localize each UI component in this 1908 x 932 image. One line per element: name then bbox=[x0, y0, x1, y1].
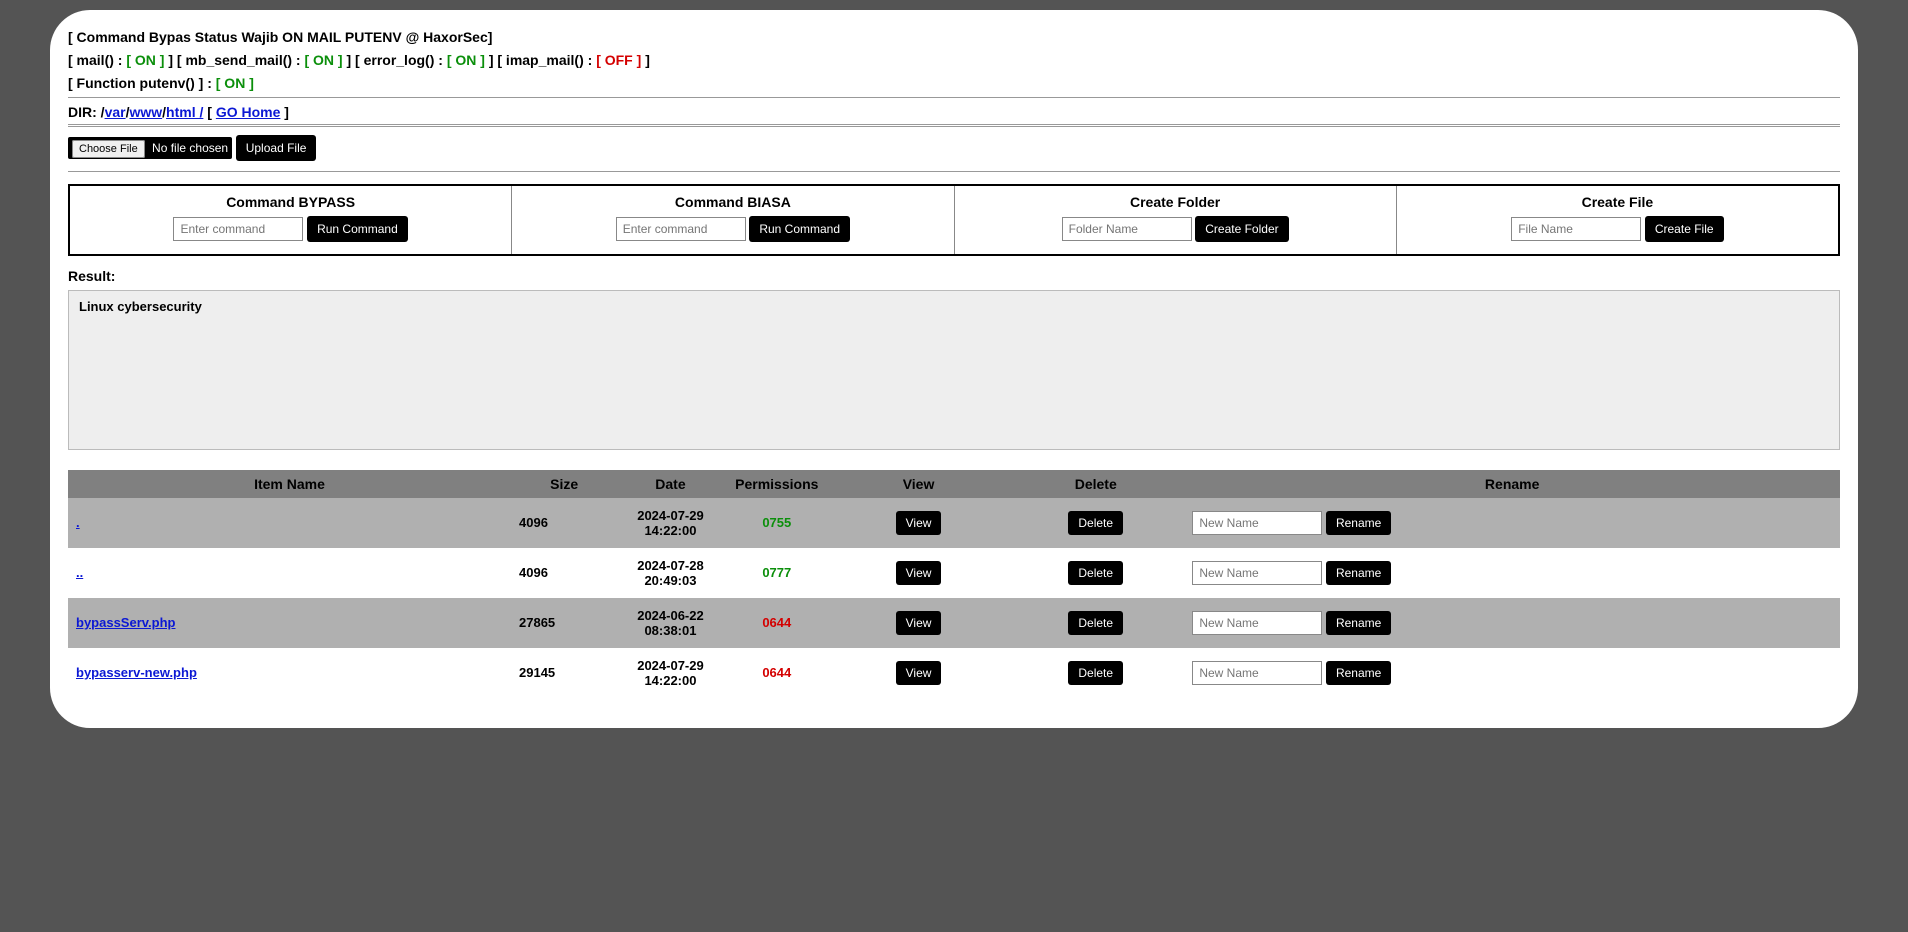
imap-close: ] bbox=[645, 52, 650, 68]
table-row: . 40962024-07-2914:22:000755 View Delete Re… bbox=[68, 498, 1840, 548]
upload-row: Choose File No file chosen Upload File bbox=[68, 135, 1840, 161]
th-delete: Delete bbox=[1007, 470, 1184, 498]
imap-label: ] [ imap_mail() : bbox=[489, 52, 592, 68]
result-text: Linux cybersecurity bbox=[79, 299, 202, 314]
folder-name-input[interactable] bbox=[1062, 217, 1192, 241]
item-date: 2024-07-2820:49:03 bbox=[617, 548, 723, 598]
main-card: [ Command Bypas Status Wajib ON MAIL PUT… bbox=[50, 10, 1858, 728]
dir-link-www[interactable]: www bbox=[129, 104, 162, 120]
table-header-row: Item Name Size Date Permissions View Del… bbox=[68, 470, 1840, 498]
item-date: 2024-06-2208:38:01 bbox=[617, 598, 723, 648]
th-size: Size bbox=[511, 470, 617, 498]
table-row: .. 40962024-07-2820:49:030777 View Delete R… bbox=[68, 548, 1840, 598]
dir-breadcrumb: DIR: /var/www/html / [ GO Home ] bbox=[68, 104, 1840, 120]
rename-input[interactable] bbox=[1192, 561, 1322, 585]
files-table: Item Name Size Date Permissions View Del… bbox=[68, 470, 1840, 698]
panel-create-file: Create File Create File bbox=[1397, 186, 1838, 254]
status-line-1: [ Command Bypas Status Wajib ON MAIL PUT… bbox=[68, 28, 1840, 47]
errorlog-label: ] [ error_log() : bbox=[346, 52, 442, 68]
file-name-input[interactable] bbox=[1511, 217, 1641, 241]
biasa-title: Command BIASA bbox=[516, 194, 949, 210]
view-button[interactable]: View bbox=[896, 611, 942, 635]
create-folder-button[interactable]: Create Folder bbox=[1195, 216, 1288, 242]
rename-input[interactable] bbox=[1192, 511, 1322, 535]
choose-file-button[interactable]: Choose File bbox=[72, 140, 145, 158]
result-label: Result: bbox=[68, 268, 1840, 284]
dir-link-var[interactable]: var bbox=[105, 104, 126, 120]
putenv-label: [ Function putenv() ] : bbox=[68, 75, 212, 91]
mail-label: [ mail() : bbox=[68, 52, 122, 68]
result-box: Linux cybersecurity bbox=[68, 290, 1840, 450]
command-panel: Command BYPASS Run Command Command BIASA… bbox=[68, 184, 1840, 256]
go-open: [ bbox=[207, 104, 216, 120]
status-line-2: [ mail() : [ ON ] ] [ mb_send_mail() : [… bbox=[68, 51, 1840, 70]
item-date: 2024-07-2914:22:00 bbox=[617, 648, 723, 698]
divider bbox=[68, 171, 1840, 172]
rename-input[interactable] bbox=[1192, 661, 1322, 685]
th-date: Date bbox=[617, 470, 723, 498]
go-close: ] bbox=[280, 104, 289, 120]
biasa-run-button[interactable]: Run Command bbox=[749, 216, 850, 242]
item-name-link[interactable]: bypasserv-new.php bbox=[76, 665, 197, 680]
th-rename: Rename bbox=[1184, 470, 1840, 498]
upload-file-button[interactable]: Upload File bbox=[236, 135, 317, 161]
bypass-command-input[interactable] bbox=[173, 217, 303, 241]
mbsend-status: [ ON ] bbox=[304, 52, 342, 68]
item-date: 2024-07-2914:22:00 bbox=[617, 498, 723, 548]
view-button[interactable]: View bbox=[896, 511, 942, 535]
item-permissions: 0777 bbox=[724, 548, 830, 598]
table-row: bypasserv-new.php 291452024-07-2914:22:00… bbox=[68, 648, 1840, 698]
mbsend-label: ] [ mb_send_mail() : bbox=[168, 52, 300, 68]
item-size: 4096 bbox=[511, 498, 617, 548]
delete-button[interactable]: Delete bbox=[1068, 561, 1123, 585]
create-file-title: Create File bbox=[1401, 194, 1834, 210]
file-input[interactable]: Choose File No file chosen bbox=[68, 137, 232, 159]
rename-button[interactable]: Rename bbox=[1326, 511, 1391, 535]
item-name-link[interactable]: bypassServ.php bbox=[76, 615, 175, 630]
item-size: 29145 bbox=[511, 648, 617, 698]
rename-button[interactable]: Rename bbox=[1326, 661, 1391, 685]
dir-label: DIR: bbox=[68, 104, 101, 120]
item-name-link[interactable]: . bbox=[76, 515, 80, 530]
th-perm: Permissions bbox=[724, 470, 830, 498]
rename-button[interactable]: Rename bbox=[1326, 611, 1391, 635]
create-file-button[interactable]: Create File bbox=[1645, 216, 1724, 242]
th-name: Item Name bbox=[68, 470, 511, 498]
no-file-label: No file chosen bbox=[152, 141, 228, 155]
item-permissions: 0755 bbox=[724, 498, 830, 548]
go-home-link[interactable]: GO Home bbox=[216, 104, 281, 120]
th-view: View bbox=[830, 470, 1007, 498]
panel-biasa: Command BIASA Run Command bbox=[512, 186, 954, 254]
errorlog-status: [ ON ] bbox=[447, 52, 485, 68]
item-permissions: 0644 bbox=[724, 648, 830, 698]
bypass-run-button[interactable]: Run Command bbox=[307, 216, 408, 242]
view-button[interactable]: View bbox=[896, 561, 942, 585]
delete-button[interactable]: Delete bbox=[1068, 661, 1123, 685]
table-row: bypassServ.php 278652024-06-2208:38:01064… bbox=[68, 598, 1840, 648]
divider-double bbox=[68, 124, 1840, 127]
rename-button[interactable]: Rename bbox=[1326, 561, 1391, 585]
panel-bypass: Command BYPASS Run Command bbox=[70, 186, 512, 254]
view-button[interactable]: View bbox=[896, 661, 942, 685]
status-line-3: [ Function putenv() ] : [ ON ] bbox=[68, 74, 1840, 93]
biasa-command-input[interactable] bbox=[616, 217, 746, 241]
imap-status: [ OFF ] bbox=[596, 52, 641, 68]
mail-status: [ ON ] bbox=[126, 52, 164, 68]
delete-button[interactable]: Delete bbox=[1068, 511, 1123, 535]
panel-create-folder: Create Folder Create Folder bbox=[955, 186, 1397, 254]
divider bbox=[68, 97, 1840, 98]
item-size: 27865 bbox=[511, 598, 617, 648]
create-folder-title: Create Folder bbox=[959, 194, 1392, 210]
item-permissions: 0644 bbox=[724, 598, 830, 648]
item-size: 4096 bbox=[511, 548, 617, 598]
item-name-link[interactable]: .. bbox=[76, 565, 83, 580]
bypass-title: Command BYPASS bbox=[74, 194, 507, 210]
dir-link-html[interactable]: html / bbox=[166, 104, 203, 120]
putenv-status: [ ON ] bbox=[216, 75, 254, 91]
delete-button[interactable]: Delete bbox=[1068, 611, 1123, 635]
rename-input[interactable] bbox=[1192, 611, 1322, 635]
